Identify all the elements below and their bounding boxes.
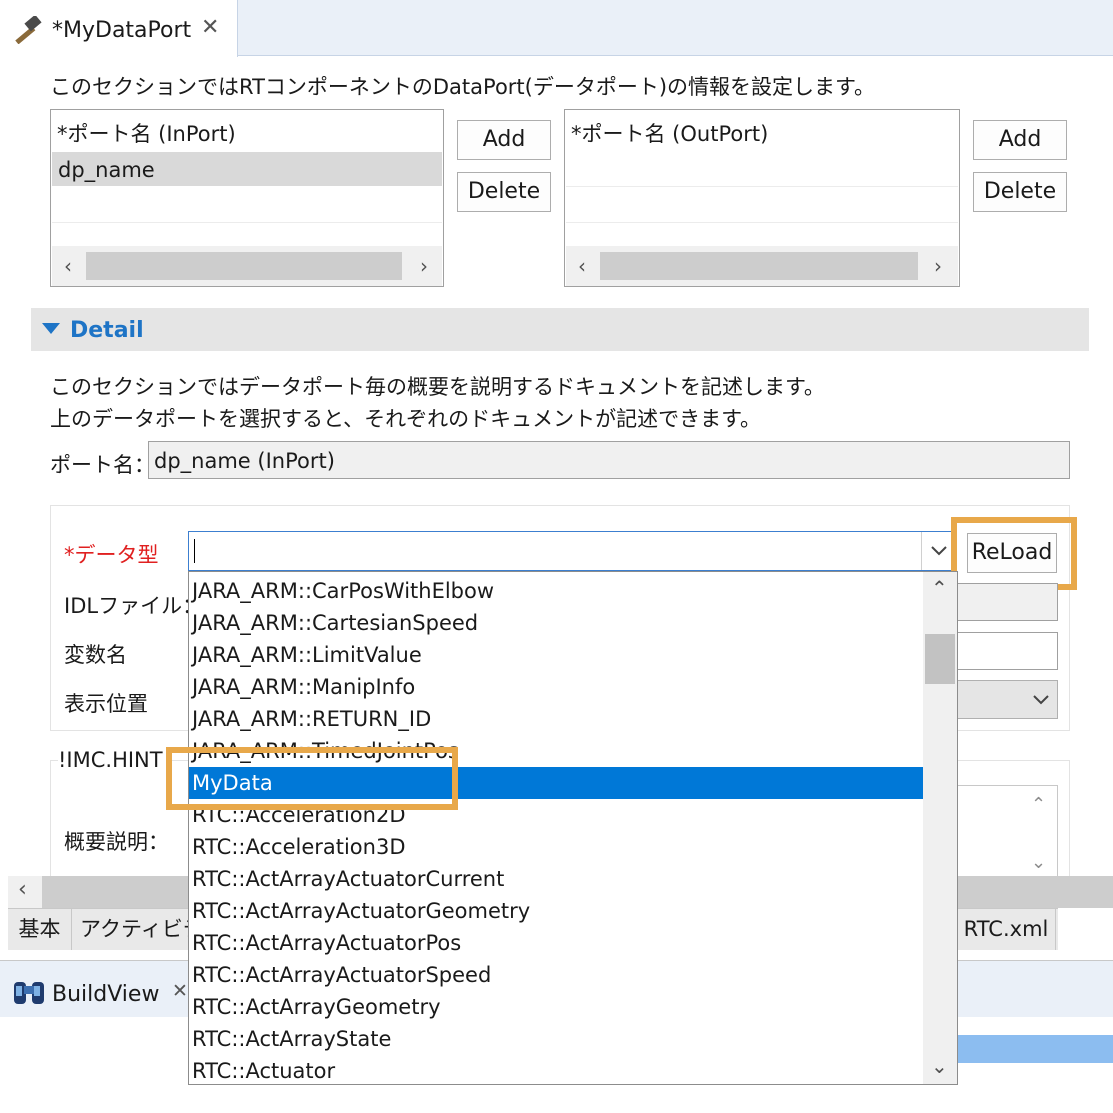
scroll-right-icon[interactable]: › (934, 246, 942, 286)
tab-rtc-xml[interactable]: RTC.xml (956, 909, 1056, 950)
close-icon[interactable]: ✕ (201, 15, 219, 40)
dropdown-item[interactable]: JARA_ARM::CartesianSpeed (189, 607, 923, 639)
text-cursor (194, 539, 195, 563)
row-divider (566, 222, 958, 223)
collapse-triangle-icon[interactable] (42, 323, 60, 335)
scroll-down-icon[interactable]: ⌄ (931, 1054, 948, 1078)
variable-name-label: 変数名 (64, 643, 127, 667)
close-icon[interactable]: ✕ (172, 980, 188, 1002)
reload-highlight (951, 517, 1077, 590)
dropdown-item[interactable]: RTC::Actuator (189, 1055, 923, 1084)
list-item[interactable]: dp_name (52, 152, 442, 186)
outport-add-button[interactable]: Add (973, 120, 1067, 160)
variable-name-input[interactable] (954, 632, 1058, 670)
data-type-label: *データ型 (64, 543, 159, 567)
scroll-down-icon[interactable]: ⌄ (1031, 852, 1046, 873)
scroll-thumb[interactable] (925, 634, 955, 684)
dropdown-item[interactable]: RTC::ActArrayState (189, 1023, 923, 1055)
summary-textarea[interactable]: ⌃ ⌄ (954, 785, 1058, 877)
inport-list-header: *ポート名 (InPort) (57, 122, 236, 146)
outport-delete-button[interactable]: Delete (973, 172, 1067, 212)
scroll-right-icon[interactable]: › (420, 246, 428, 286)
outport-list[interactable]: *ポート名 (OutPort) ‹ › (564, 109, 960, 287)
scroll-left-icon[interactable]: ‹ (18, 877, 27, 902)
scroll-up-icon[interactable]: ⌃ (1031, 794, 1046, 815)
hint-label: !IMC.HINT (58, 748, 167, 772)
summary-label: 概要説明： (64, 830, 169, 854)
inport-hscroll[interactable]: ‹ › (52, 246, 442, 286)
row-divider (52, 222, 442, 223)
detail-description-1: このセクションではデータポート毎の概要を説明するドキュメントを記述します。 (50, 375, 825, 399)
port-name-field: dp_name (InPort) (148, 441, 1070, 479)
dropdown-item[interactable]: JARA_ARM::ManipInfo (189, 671, 923, 703)
dropdown-item[interactable]: JARA_ARM::RETURN_ID (189, 703, 923, 735)
tab-basic[interactable]: 基本 (8, 909, 72, 950)
dropdown-item[interactable]: RTC::Acceleration3D (189, 831, 923, 863)
display-position-select[interactable] (954, 680, 1058, 719)
section-description: このセクションではRTコンポーネントのDataPort(データポート)の情報を設… (50, 75, 875, 99)
idl-file-label: IDLファイル： (64, 594, 204, 618)
chevron-down-icon[interactable] (931, 546, 947, 556)
editor-tab-title: *MyDataPort (52, 18, 192, 43)
dropdown-item[interactable]: RTC::ActArrayActuatorGeometry (189, 895, 923, 927)
inport-delete-button[interactable]: Delete (457, 172, 551, 212)
data-type-combo[interactable] (188, 531, 956, 571)
scroll-left-icon[interactable]: ‹ (64, 246, 72, 286)
idl-file-field (954, 583, 1058, 621)
combo-divider (921, 532, 922, 570)
dropdown-item[interactable]: RTC::ActArrayActuatorSpeed (189, 959, 923, 991)
inport-add-button[interactable]: Add (457, 120, 551, 160)
row-divider (566, 186, 958, 187)
scroll-up-icon[interactable]: ⌃ (931, 576, 948, 600)
display-position-label: 表示位置 (64, 692, 148, 716)
buildview-title: BuildView (52, 982, 160, 1007)
outport-hscroll[interactable]: ‹ › (566, 246, 958, 286)
dropdown-item[interactable]: JARA_ARM::LimitValue (189, 639, 923, 671)
port-name-label: ポート名： (50, 453, 155, 477)
scroll-left-icon[interactable]: ‹ (578, 246, 586, 286)
port-name-value: dp_name (InPort) (154, 449, 335, 473)
editor-tab[interactable]: *MyDataPort ✕ (0, 0, 238, 57)
scroll-thumb[interactable] (86, 252, 402, 280)
inport-list[interactable]: *ポート名 (InPort) dp_name ‹ › (50, 109, 444, 287)
dropdown-item[interactable]: RTC::ActArrayActuatorPos (189, 927, 923, 959)
inport-row-name: dp_name (58, 158, 155, 182)
detail-section-header[interactable]: Detail (31, 308, 1089, 351)
dropdown-vscroll[interactable]: ⌃ ⌄ (923, 572, 957, 1084)
detail-description-2: 上のデータポートを選択すると、それぞれのドキュメントが記述できます。 (50, 407, 762, 431)
data-type-dropdown-list[interactable]: JARA_ARM::CarPosWithElbow JARA_ARM::Carte… (188, 571, 958, 1085)
chevron-down-icon[interactable] (1033, 695, 1049, 705)
outport-list-header: *ポート名 (OutPort) (571, 122, 769, 146)
scroll-thumb[interactable] (600, 252, 918, 280)
build-progress-area (958, 1035, 1113, 1063)
mydata-highlight (166, 747, 458, 810)
hammer-icon (15, 16, 42, 44)
dropdown-item[interactable]: RTC::ActArrayActuatorCurrent (189, 863, 923, 895)
binoculars-icon (14, 982, 44, 1004)
detail-title: Detail (70, 318, 144, 343)
dropdown-item[interactable]: JARA_ARM::CarPosWithElbow (189, 575, 923, 607)
dropdown-item[interactable]: RTC::ActArrayGeometry (189, 991, 923, 1023)
